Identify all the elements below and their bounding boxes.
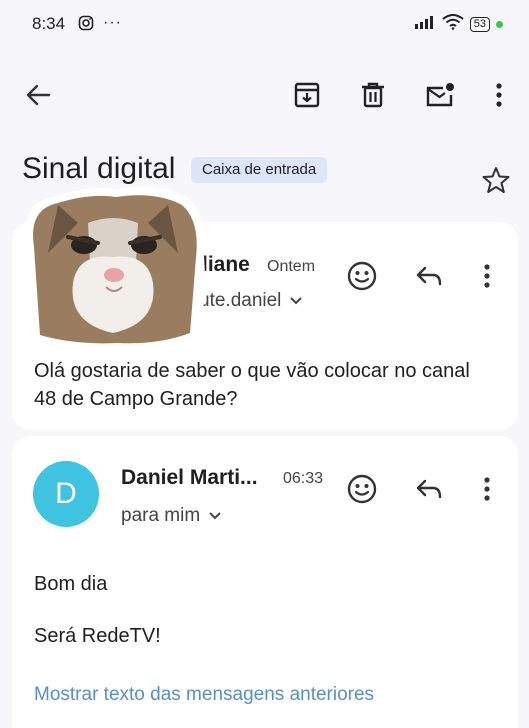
more-vert-icon[interactable] <box>481 77 517 113</box>
mark-unread-icon[interactable] <box>422 77 458 113</box>
message1-recipient[interactable]: ute.daniel <box>199 290 303 312</box>
avatar-letter: D <box>55 477 77 510</box>
instagram-icon <box>78 15 94 36</box>
reply-icon[interactable] <box>411 258 447 294</box>
thread-subject: Sinal digital <box>22 152 176 185</box>
message2-body: Será RedeTV! <box>34 625 161 647</box>
wifi-icon <box>442 14 464 35</box>
back-arrow-icon[interactable] <box>20 77 56 113</box>
message2-recipient-text: para mim <box>121 505 201 526</box>
emoji-react-icon[interactable] <box>344 471 380 507</box>
cat-sticker-image <box>18 183 208 355</box>
signal-icon <box>414 15 436 34</box>
status-time: 8:34 <box>32 14 66 33</box>
status-icons: 53 <box>414 14 503 35</box>
message2-more-icon[interactable] <box>469 471 505 507</box>
message2-sender: Daniel Marti... <box>121 466 258 489</box>
message1-time: Ontem <box>267 258 316 275</box>
message2-recipient[interactable]: para mim <box>121 505 222 527</box>
message1-more-icon[interactable] <box>469 258 505 294</box>
delete-icon[interactable] <box>355 77 391 113</box>
emoji-react-icon[interactable] <box>344 258 380 294</box>
message1-body: Olá gostaria de saber o que vão colocar … <box>34 360 470 410</box>
inbox-label-chip[interactable]: Caixa de entrada <box>191 157 328 183</box>
reply-icon[interactable] <box>411 471 447 507</box>
chevron-down-icon <box>208 505 222 527</box>
show-quoted-text-link[interactable]: Mostrar texto das mensagens anteriores <box>34 684 374 706</box>
archive-icon[interactable] <box>289 77 325 113</box>
message1-recipient-text: ute.daniel <box>199 290 282 311</box>
chevron-down-icon <box>289 290 303 312</box>
message2-time: 06:33 <box>283 470 324 487</box>
battery-level: 53 <box>469 17 490 32</box>
star-icon[interactable] <box>482 166 510 199</box>
more-icon: ··· <box>103 14 122 31</box>
privacy-indicator-dot <box>496 21 503 28</box>
message2-greeting: Bom dia <box>34 573 108 595</box>
avatar[interactable]: D <box>33 461 99 527</box>
message1-sender: liane <box>202 253 250 276</box>
